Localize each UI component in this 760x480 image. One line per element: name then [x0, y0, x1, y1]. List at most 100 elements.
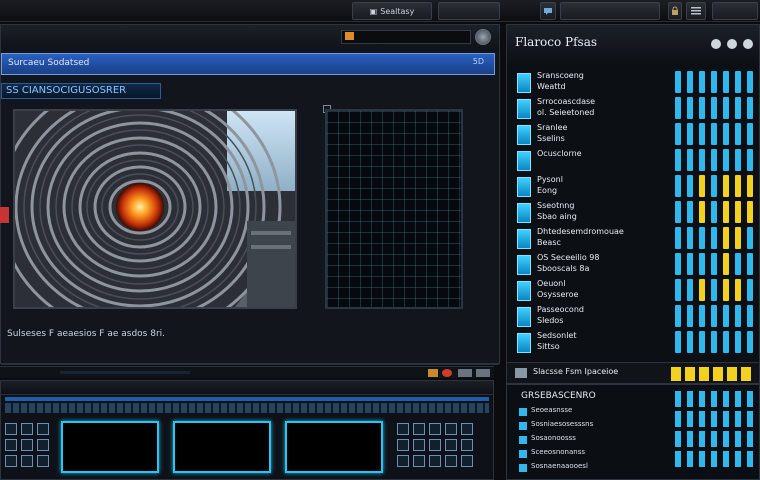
deck-ruler: [5, 403, 489, 413]
video-preview[interactable]: [0, 76, 297, 338]
meter-segment: [699, 279, 705, 301]
settings-icon[interactable]: [458, 369, 472, 377]
power-icon[interactable]: [475, 29, 491, 45]
keypad-button[interactable]: [5, 455, 17, 467]
meter-segment: [723, 149, 729, 171]
meter-segment: [747, 279, 753, 301]
keypad-button[interactable]: [37, 455, 49, 467]
search-button[interactable]: ▣ Sealtasy: [352, 2, 432, 20]
meter-segment: [747, 391, 753, 407]
item-subtitle: Sittso: [537, 342, 560, 351]
list-item[interactable]: Sosaonoosss: [519, 434, 649, 445]
list-item[interactable]: Sedsonlet Sittso: [517, 331, 673, 355]
address-field[interactable]: [341, 30, 471, 44]
list-item[interactable]: Sseotnng Sbao aing: [517, 201, 673, 225]
meter-segment: [699, 123, 705, 145]
meter-segment: [687, 411, 693, 427]
keypad-button[interactable]: [445, 423, 457, 435]
meter-segment: [699, 227, 705, 249]
meter-segment: [723, 123, 729, 145]
item-title: Dhtedesemdromouae: [537, 227, 624, 236]
meter-segment: [675, 227, 681, 249]
list-item[interactable]: OS Seceeilio 98 Sbooscals 8a: [517, 253, 673, 277]
meter-segment: [687, 331, 693, 353]
keypad-button[interactable]: [397, 439, 409, 451]
keypad-button[interactable]: [429, 439, 441, 451]
keypad-button[interactable]: [445, 439, 457, 451]
list-item[interactable]: Sranscoeng Weattd: [517, 71, 673, 95]
display-slot-1[interactable]: [61, 421, 159, 473]
keypad-button[interactable]: [5, 439, 17, 451]
display-slot-2[interactable]: [173, 421, 271, 473]
meter-segment: [723, 391, 729, 407]
list-item[interactable]: Srrocoascdase ol. Seieetoned: [517, 97, 673, 121]
light-icon[interactable]: [727, 39, 737, 49]
search-tag[interactable]: 5D: [473, 57, 484, 66]
lock-icon[interactable]: [668, 2, 682, 20]
display-slot-3[interactable]: [285, 421, 383, 473]
toolbar-input[interactable]: [560, 2, 660, 20]
list-item[interactable]: Ocusclorne: [517, 149, 673, 173]
keypad-button[interactable]: [37, 439, 49, 451]
keypad-button[interactable]: [429, 455, 441, 467]
list-item[interactable]: Seoeasnsse: [519, 406, 649, 417]
keypad-button[interactable]: [461, 423, 473, 435]
meter-segment: [711, 305, 717, 327]
meter-segment: [735, 227, 741, 249]
keypad-button[interactable]: [5, 423, 17, 435]
keypad-button[interactable]: [461, 439, 473, 451]
light-icon[interactable]: [743, 39, 753, 49]
keypad-button[interactable]: [37, 423, 49, 435]
cyan-square-icon: [517, 307, 531, 327]
keypad-button[interactable]: [397, 423, 409, 435]
menu-icon[interactable]: [686, 2, 706, 20]
keypad-button[interactable]: [397, 455, 409, 467]
meter-segment: [687, 253, 693, 275]
stop-icon[interactable]: [442, 369, 452, 377]
record-icon[interactable]: [428, 369, 438, 377]
list-item[interactable]: Pysonl Eong: [517, 175, 673, 199]
meter-segment: [687, 227, 693, 249]
expand-icon[interactable]: [476, 369, 490, 377]
keypad-button[interactable]: [21, 439, 33, 451]
toolbar-field[interactable]: [438, 2, 500, 20]
meter-segment: [687, 305, 693, 327]
alert-tab[interactable]: [0, 207, 9, 223]
keypad-button[interactable]: [429, 423, 441, 435]
list-item[interactable]: Sranlee Sselins: [517, 123, 673, 147]
item-title: Sseotnng: [537, 201, 575, 210]
list-item[interactable]: Passeocond Sledos: [517, 305, 673, 329]
keypad-button[interactable]: [461, 455, 473, 467]
keypad-button[interactable]: [413, 423, 425, 435]
item-title: Oeuonl: [537, 279, 566, 288]
keypad-button[interactable]: [413, 455, 425, 467]
list-item[interactable]: Sosnaenaaooesl: [519, 462, 649, 473]
light-icon[interactable]: [711, 39, 721, 49]
cyan-chip-icon: [519, 464, 527, 472]
meter-segment: [711, 431, 717, 447]
item-subtitle: Sbao aing: [537, 212, 577, 221]
list-item[interactable]: Dhtedesemdromouae Beasc: [517, 227, 673, 251]
meter-segment: [711, 451, 717, 467]
grid-monitor[interactable]: [325, 109, 463, 309]
keypad-button[interactable]: [445, 455, 457, 467]
tunnel-image: [0, 76, 295, 338]
list-item[interactable]: Oeuonl Osysseroe: [517, 279, 673, 303]
list-item[interactable]: Sosniaesosesssns: [519, 420, 649, 431]
meter-segment: [735, 253, 741, 275]
row-label: Seoeasnsse: [531, 406, 573, 414]
list-item[interactable]: Sceeosnonanss: [519, 448, 649, 459]
meter-segment: [723, 279, 729, 301]
meter-segment: [675, 201, 681, 223]
level-meters: [675, 71, 759, 361]
timeline-strip[interactable]: [0, 366, 494, 378]
chat-icon[interactable]: [540, 2, 556, 20]
keypad-button[interactable]: [21, 455, 33, 467]
meter-segment: [723, 253, 729, 275]
keypad-button[interactable]: [21, 423, 33, 435]
keypad-button[interactable]: [413, 439, 425, 451]
folder-icon: [345, 32, 354, 40]
timeline-track[interactable]: [60, 371, 190, 374]
meter-segment: [735, 97, 741, 119]
item-title: Sedsonlet: [537, 331, 577, 340]
